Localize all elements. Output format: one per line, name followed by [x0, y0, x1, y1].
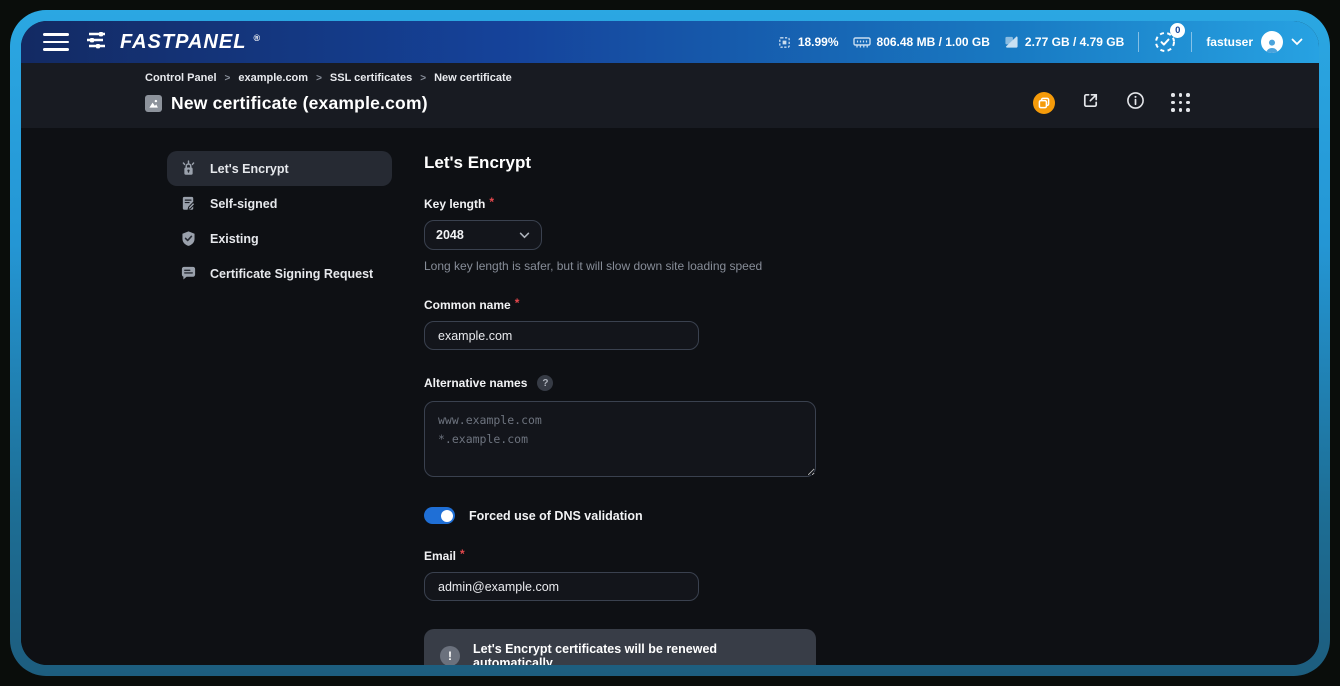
- fastpanel-logo[interactable]: FASTPANEL ®: [87, 31, 260, 54]
- common-name-label: Common name: [424, 298, 511, 312]
- sidebar-item-label: Existing: [210, 232, 259, 246]
- background-tasks-button[interactable]: 0: [1153, 30, 1177, 54]
- hamburger-menu-icon[interactable]: [43, 33, 69, 51]
- email-field-block: Email *: [424, 549, 816, 601]
- sidebar-item-label: Certificate Signing Request: [210, 267, 373, 281]
- sidebar-item-existing[interactable]: Existing: [167, 221, 392, 256]
- auto-renew-info-text: Let's Encrypt certificates will be renew…: [473, 642, 800, 665]
- site-favicon-placeholder-icon: [145, 95, 162, 112]
- lets-encrypt-lock-icon: [180, 160, 197, 177]
- required-marker: *: [460, 547, 465, 561]
- chevron-down-icon: [519, 228, 530, 242]
- breadcrumb-separator: >: [316, 73, 322, 84]
- breadcrumb-new-certificate[interactable]: New certificate: [434, 72, 512, 84]
- equalizer-logo-icon: [87, 31, 113, 54]
- disk-value: 2.77 GB / 4.79 GB: [1025, 35, 1124, 49]
- auto-renew-info-box: ! Let's Encrypt certificates will be ren…: [424, 629, 816, 665]
- key-length-field: Key length * 2048 Long key length is saf…: [424, 197, 816, 273]
- alternative-names-field: Alternative names ?: [424, 375, 816, 482]
- dns-validation-label: Forced use of DNS validation: [469, 509, 643, 523]
- copy-pages-badge-icon[interactable]: [1033, 92, 1055, 114]
- page-title: New certificate (example.com): [171, 93, 428, 114]
- user-menu[interactable]: fastuser: [1206, 31, 1303, 53]
- sidebar-item-lets-encrypt[interactable]: Let's Encrypt: [167, 151, 392, 186]
- message-lines-icon: [180, 265, 197, 282]
- alternative-names-label: Alternative names: [424, 376, 527, 390]
- sidebar-item-csr[interactable]: Certificate Signing Request: [167, 256, 392, 291]
- registered-mark: ®: [253, 33, 260, 43]
- topbar-stats: 18.99% 806.48 MB / 1.00 GB 2.77 GB: [777, 30, 1303, 54]
- sidebar-item-label: Let's Encrypt: [210, 162, 289, 176]
- main-content: Let's Encrypt Self-signed: [21, 128, 1319, 665]
- cpu-icon: [777, 35, 792, 50]
- brand-name: FASTPANEL: [120, 31, 246, 54]
- browser-window-frame: FASTPANEL ® 18.99% 80: [10, 10, 1330, 676]
- breadcrumb-separator: >: [420, 73, 426, 84]
- info-circle-icon[interactable]: [1126, 91, 1145, 115]
- key-length-select[interactable]: 2048: [424, 220, 542, 250]
- external-link-icon[interactable]: [1081, 91, 1100, 115]
- form-heading: Let's Encrypt: [424, 153, 816, 173]
- cpu-value: 18.99%: [798, 35, 839, 49]
- required-marker: *: [489, 195, 494, 209]
- breadcrumb: Control Panel > example.com > SSL certif…: [145, 72, 1191, 84]
- apps-grid-icon[interactable]: [1171, 93, 1191, 113]
- dns-validation-toggle[interactable]: [424, 507, 455, 524]
- breadcrumb-control-panel[interactable]: Control Panel: [145, 72, 217, 84]
- avatar: [1261, 31, 1283, 53]
- common-name-input[interactable]: [424, 321, 699, 350]
- help-question-badge[interactable]: ?: [537, 375, 553, 391]
- email-input[interactable]: [424, 572, 699, 601]
- cpu-usage-stat: 18.99%: [777, 35, 839, 50]
- document-pencil-icon: [180, 195, 197, 212]
- topbar: FASTPANEL ® 18.99% 80: [21, 21, 1319, 63]
- divider: [1191, 32, 1192, 52]
- exclamation-circle-icon: !: [440, 646, 460, 665]
- sidebar-item-self-signed[interactable]: Self-signed: [167, 186, 392, 221]
- breadcrumb-ssl-certificates[interactable]: SSL certificates: [330, 72, 412, 84]
- tasks-count-badge: 0: [1170, 23, 1185, 38]
- key-length-help: Long key length is safer, but it will sl…: [424, 259, 816, 273]
- disk-usage-stat: 2.77 GB / 4.79 GB: [1004, 35, 1124, 49]
- key-length-label: Key length: [424, 197, 485, 211]
- breadcrumb-separator: >: [225, 73, 231, 84]
- email-label: Email: [424, 549, 456, 563]
- ram-value: 806.48 MB / 1.00 GB: [877, 35, 990, 49]
- page-header: Control Panel > example.com > SSL certif…: [21, 63, 1319, 128]
- ram-usage-stat: 806.48 MB / 1.00 GB: [853, 35, 990, 49]
- chevron-down-icon: [1291, 38, 1303, 46]
- shield-check-icon: [180, 230, 197, 247]
- certificate-type-sidebar: Let's Encrypt Self-signed: [167, 151, 392, 665]
- lets-encrypt-form: Let's Encrypt Key length * 2048 Long key…: [424, 151, 816, 665]
- disk-icon: [1004, 35, 1019, 49]
- divider: [1138, 32, 1139, 52]
- sidebar-item-label: Self-signed: [210, 197, 277, 211]
- key-length-value: 2048: [436, 228, 464, 242]
- required-marker: *: [515, 296, 520, 310]
- ram-icon: [853, 36, 871, 49]
- common-name-field: Common name *: [424, 298, 816, 350]
- breadcrumb-site[interactable]: example.com: [238, 72, 308, 84]
- fastpanel-app: FASTPANEL ® 18.99% 80: [21, 21, 1319, 665]
- dns-validation-row: Forced use of DNS validation: [424, 507, 816, 524]
- username: fastuser: [1206, 35, 1253, 49]
- alternative-names-textarea[interactable]: [424, 401, 816, 477]
- header-actions: [1033, 91, 1191, 115]
